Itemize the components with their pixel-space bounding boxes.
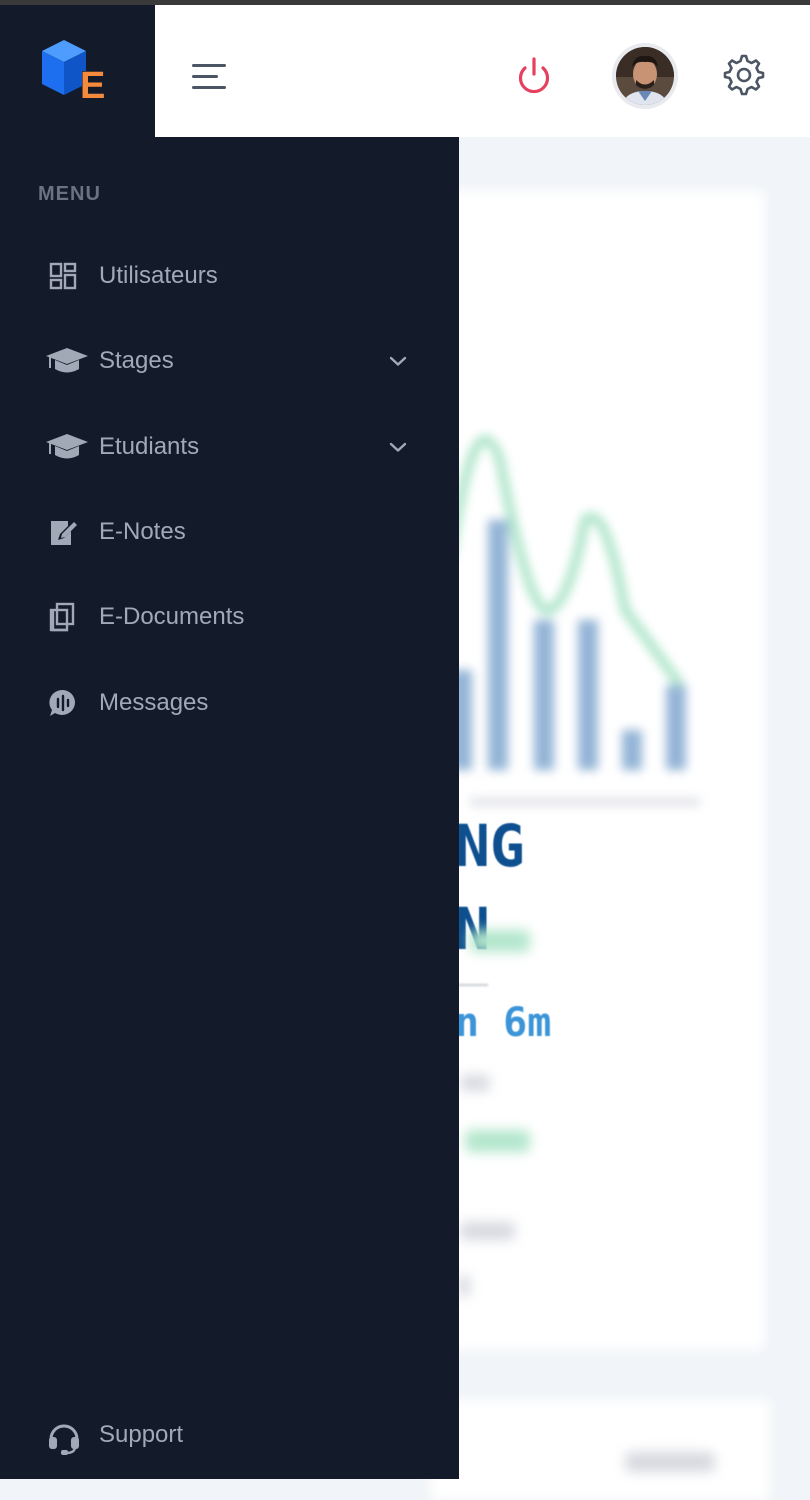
- logo-area[interactable]: E: [0, 5, 155, 137]
- chat-bubble-icon: [46, 687, 80, 719]
- sidebar-item-label: E-Notes: [99, 518, 186, 545]
- background-badge-1: [470, 930, 530, 952]
- background-badge-2: [465, 1130, 530, 1152]
- sidebar-item-label: Support: [99, 1421, 184, 1448]
- sidebar-item-e-documents[interactable]: E-Documents: [0, 587, 459, 647]
- sidebar-item-messages[interactable]: Messages: [0, 673, 459, 733]
- power-icon[interactable]: [512, 54, 556, 98]
- headset-icon: [46, 1419, 80, 1455]
- documents-copy-icon: [46, 601, 80, 633]
- sidebar-item-etudiants[interactable]: Etudiants: [0, 417, 459, 477]
- avatar[interactable]: [612, 43, 678, 109]
- graduation-cap-icon: [46, 345, 88, 377]
- background-label-3: [458, 1275, 470, 1297]
- app-logo: E: [38, 37, 110, 109]
- background-chart: [440, 400, 720, 820]
- background-text-1: NG: [455, 812, 525, 880]
- sidebar-item-stages[interactable]: Stages: [0, 331, 459, 391]
- sidebar-menu-heading: MENU: [38, 183, 101, 205]
- dashboard-grid-icon: [46, 260, 80, 292]
- edit-notes-icon: [46, 516, 80, 548]
- chevron-down-icon[interactable]: [386, 435, 410, 459]
- sidebar-item-label: Messages: [99, 689, 209, 716]
- background-text-2: N: [455, 895, 490, 963]
- background-label-4: [625, 1452, 715, 1472]
- background-label-1: [460, 1075, 490, 1091]
- background-card-bottom: [430, 1400, 770, 1500]
- chevron-down-icon[interactable]: [386, 349, 410, 373]
- sidebar-item-label: Stages: [99, 347, 174, 374]
- gear-icon[interactable]: [722, 53, 766, 97]
- sidebar-item-label: E-Documents: [99, 603, 245, 630]
- logo-letter: E: [80, 65, 106, 107]
- graduation-cap-icon: [46, 431, 88, 463]
- background-divider: [458, 984, 488, 986]
- sidebar-item-e-notes[interactable]: E-Notes: [0, 502, 459, 562]
- hamburger-menu-icon[interactable]: [186, 57, 230, 97]
- sidebar-item-utilisateurs[interactable]: Utilisateurs: [0, 246, 459, 306]
- sidebar-item-label: Etudiants: [99, 433, 200, 460]
- sidebar-item-label: Utilisateurs: [99, 262, 218, 289]
- background-text-3: n 6m: [455, 1000, 552, 1046]
- background-label-2: [460, 1222, 515, 1240]
- sidebar-item-support[interactable]: Support: [0, 1405, 459, 1465]
